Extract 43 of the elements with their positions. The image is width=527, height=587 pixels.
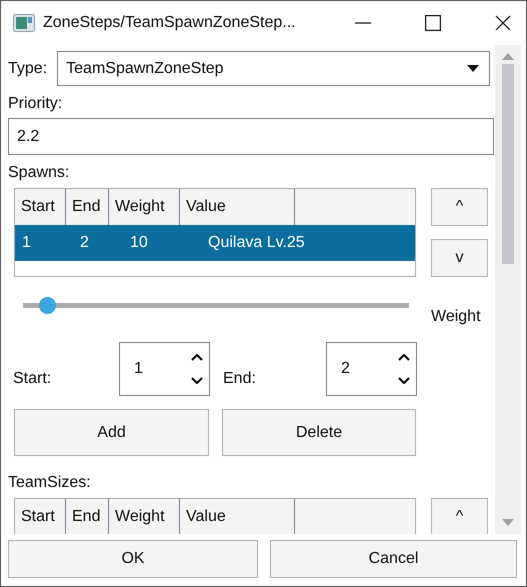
spin-up-icon <box>398 354 410 361</box>
close-icon <box>495 15 511 31</box>
delete-button[interactable]: Delete <box>222 409 416 456</box>
list-view[interactable]: Start End Weight Value 1 2 10 Quilava Lv.25 <box>14 188 416 277</box>
move-button[interactable]: ^ <box>431 188 488 226</box>
spin-down-icon <box>191 377 203 384</box>
priority-field[interactable]: 2.2 <box>8 118 494 155</box>
table-cell-text: 2 <box>79 233 90 253</box>
column-header[interactable]: Start <box>15 499 66 534</box>
slider-thumb[interactable] <box>39 296 56 314</box>
maximize-icon <box>425 15 441 31</box>
priority-label: Priority: <box>8 95 64 114</box>
scroll-down-icon <box>502 519 514 526</box>
weight-label: Weight <box>431 308 481 326</box>
start-spinner[interactable]: 1 <box>119 342 210 396</box>
table-cell-text: Quilava Lv.25 <box>207 233 306 253</box>
move-button[interactable]: ^ <box>431 498 488 534</box>
move-button[interactable]: v <box>431 239 488 277</box>
column-header[interactable]: Value <box>180 499 295 534</box>
end-spinner[interactable]: 2 <box>326 342 417 396</box>
ok-button[interactable]: OK <box>8 540 258 578</box>
table-cell-text: 1 <box>21 233 32 253</box>
column-header[interactable]: Weight <box>109 499 180 534</box>
type-label: Type: <box>8 60 48 78</box>
scroll-up-icon <box>502 53 514 60</box>
team-sizes-label: TeamSizes: <box>8 474 92 493</box>
column-header[interactable]: End <box>66 499 109 534</box>
spawns-label: Spawns: <box>8 164 70 183</box>
list-view[interactable]: Start End Weight Value <box>14 498 416 534</box>
end-label: End: <box>222 370 257 388</box>
start-label: Start: <box>12 370 52 388</box>
add-button[interactable]: Add <box>14 409 209 456</box>
window-title: ZoneSteps/TeamSpawnZoneStep... <box>43 14 296 32</box>
scrollbar[interactable] <box>495 45 521 534</box>
cancel-button[interactable]: Cancel <box>270 540 517 578</box>
dropdown-arrow-icon <box>467 65 480 72</box>
scroll-thumb[interactable] <box>502 64 514 264</box>
table-row[interactable]: 1 2 10 Quilava Lv.25 <box>15 225 415 261</box>
type-dropdown[interactable]: TeamSpawnZoneStep <box>57 51 490 86</box>
spin-down-icon <box>398 377 410 384</box>
app-icon <box>13 14 35 32</box>
spin-up-icon <box>191 354 203 361</box>
table-cell-text: 10 <box>129 233 149 253</box>
